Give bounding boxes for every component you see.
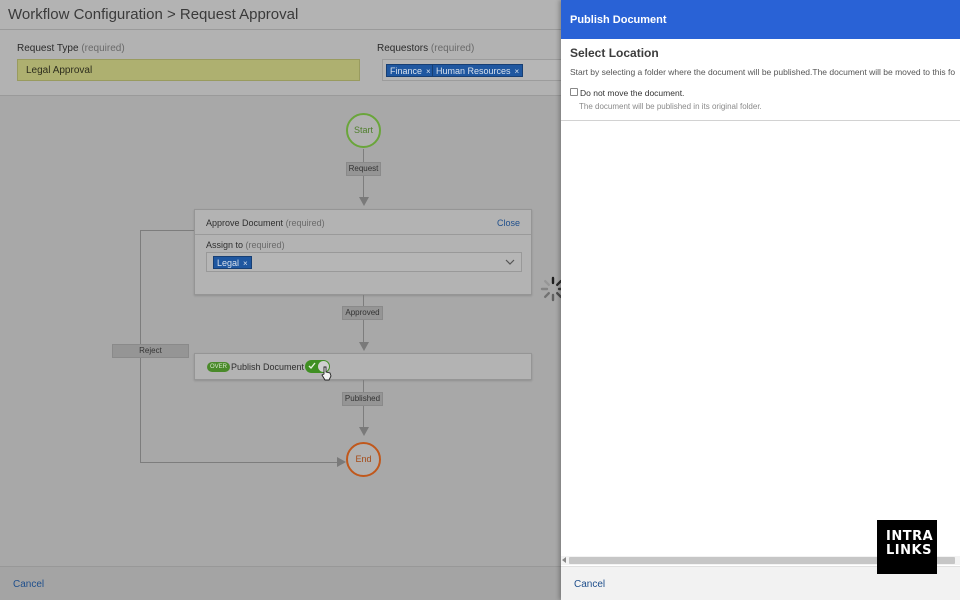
requestors-label: Requestors (required) [377, 43, 474, 54]
connector-line [363, 149, 364, 204]
requestors-input[interactable]: Finance × Human Resources × [382, 59, 562, 81]
requestor-tag-human-resources[interactable]: Human Resources × [432, 64, 524, 77]
do-not-move-label[interactable]: Do not move the document. [580, 88, 684, 98]
scroll-left-icon[interactable] [562, 557, 566, 563]
remove-tag-icon[interactable]: × [515, 67, 520, 76]
arrow-right-icon [337, 457, 346, 467]
assignee-tag-label: Legal [217, 258, 240, 268]
assignee-tag-legal[interactable]: Legal × [213, 256, 252, 269]
panel-header: Publish Document [561, 0, 960, 39]
requestor-tag-label: Human Resources [436, 66, 511, 76]
publish-document-panel: Publish Document Select Location Start b… [561, 0, 960, 600]
requestor-tag-finance[interactable]: Finance × [386, 64, 435, 77]
assign-to-label-text: Assign to [206, 240, 244, 250]
approve-card-title: Approve Document (required) [206, 218, 325, 228]
request-type-input[interactable]: Legal Approval [17, 59, 360, 81]
cancel-button[interactable]: Cancel [13, 579, 44, 590]
requestors-required: (required) [430, 43, 475, 54]
approve-card-required: (required) [285, 218, 325, 228]
status-badge: OVER [207, 362, 231, 372]
arrow-down-icon [359, 427, 369, 436]
logo-line-2: LINKS [886, 543, 932, 558]
do-not-move-help-text: The document will be published in its or… [579, 102, 762, 111]
request-type-required: (required) [81, 43, 125, 54]
end-node[interactable]: End [346, 442, 381, 477]
requestor-tag-label: Finance [390, 66, 423, 76]
reject-connector-line [140, 230, 194, 231]
start-node[interactable]: Start [346, 113, 381, 148]
intralinks-logo: INTRA LINKS [877, 520, 937, 574]
arrow-down-icon [359, 342, 369, 351]
assign-to-required: (required) [245, 240, 285, 250]
workflow-canvas: Start Request Approve Document (required… [0, 96, 560, 566]
select-location-heading: Select Location [570, 46, 659, 60]
check-icon [308, 362, 316, 370]
page-title: Workflow Configuration > Request Approva… [8, 6, 299, 23]
close-card-link[interactable]: Close [497, 218, 520, 228]
app-footer: Cancel [0, 566, 561, 600]
requestors-label-text: Requestors [377, 43, 429, 54]
arrow-down-icon [359, 197, 369, 206]
approve-card-title-text: Approve Document [206, 218, 284, 228]
edge-label-approved: Approved [342, 306, 383, 320]
request-type-label-text: Request Type [17, 43, 79, 54]
approve-document-card[interactable]: Approve Document (required) Close Assign… [194, 209, 532, 295]
select-location-description: Start by selecting a folder where the do… [570, 67, 956, 77]
remove-tag-icon[interactable]: × [243, 259, 248, 268]
edge-label-reject: Reject [112, 344, 189, 358]
reject-connector-line [140, 462, 340, 463]
panel-title: Publish Document [570, 14, 667, 26]
edge-label-request: Request [346, 162, 381, 176]
publish-document-card[interactable]: OVER Publish Document [194, 353, 532, 381]
remove-tag-icon[interactable]: × [426, 67, 431, 76]
publish-card-title: Publish Document [231, 362, 305, 372]
connector-line [363, 295, 364, 347]
assign-to-label: Assign to (required) [206, 240, 285, 250]
request-type-label: Request Type (required) [17, 43, 125, 54]
card-divider [195, 234, 531, 235]
panel-divider [561, 120, 960, 121]
hand-cursor-icon [321, 366, 332, 381]
do-not-move-checkbox[interactable] [570, 88, 578, 96]
assign-to-select[interactable]: Legal × [206, 252, 522, 272]
chevron-down-icon[interactable] [505, 259, 515, 266]
panel-cancel-button[interactable]: Cancel [574, 579, 605, 590]
logo-line-1: INTRA [886, 529, 934, 544]
connector-line [363, 380, 364, 432]
edge-label-published: Published [342, 392, 383, 406]
